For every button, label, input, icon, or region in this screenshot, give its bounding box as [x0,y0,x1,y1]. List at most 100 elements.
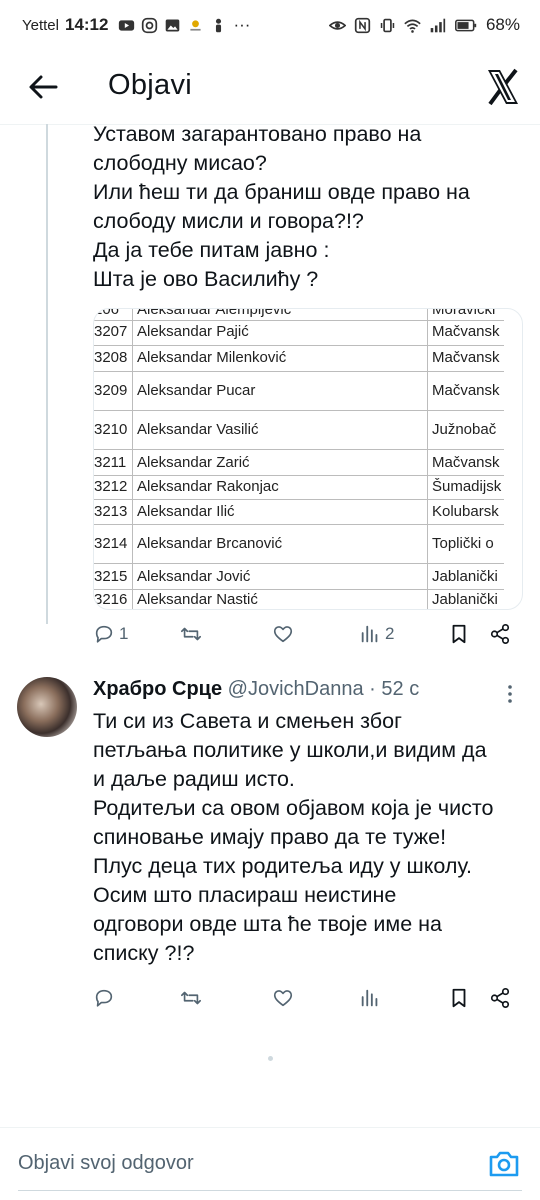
table-cell-district: Jablanički [432,568,498,585]
youtube-icon [119,19,135,31]
post-line: Да ја тебе питам јавно : [93,238,330,262]
table-row-divider [94,589,504,590]
table-cell-name: Aleksandar Jović [137,568,251,585]
post-line: Уставом загарантовано право на [93,122,422,146]
x-logo-icon [488,68,518,106]
more-notifications-icon: ··· [233,15,251,34]
more-options-icon[interactable] [498,682,522,706]
table-row-divider [94,320,504,321]
heart-icon [273,626,293,643]
reply-header: Храбро Срце @JovichDanna · 52 с [93,678,419,701]
bookmark-button[interactable] [448,987,470,1009]
post-text: Уставом загарантовано право на слободну … [93,120,523,294]
signal-icon [430,18,446,32]
reply-button[interactable] [93,987,115,1009]
camera-icon[interactable] [487,1147,521,1181]
table-cell-district: Moravički [432,308,496,318]
table-row-divider [94,524,504,525]
table-cell-district: Šumadijsk [432,478,502,495]
table-cell-name: Aleksandar Pajić [137,323,249,340]
table-row-divider [94,345,504,346]
like-button[interactable] [272,623,298,645]
composer-underline [18,1190,522,1191]
retweet-button[interactable] [180,987,202,1009]
reply-line: и даље радиш исто. [93,767,295,791]
reply-action-bar [93,987,523,1017]
table-cell-name: Aleksandar Vasilić [137,421,259,438]
table-cell-name: Aleksandar Rakonjac [137,478,279,495]
table-cell-name: Aleksandar Pucar [137,382,256,399]
table-cell-num: 206 [94,308,120,318]
table-cell-name: Aleksandar Nastić [137,591,258,608]
table-cell-num: 3210 [94,421,128,438]
wifi-icon [404,19,421,33]
retweet-icon [181,991,201,1005]
reply-icon [95,625,113,643]
table-cell-district: Jablanički [432,591,498,608]
back-arrow-icon[interactable] [26,70,60,104]
reply-count: 1 [119,624,129,643]
table-cell-num: 3216 [94,591,128,608]
table-row-divider [94,371,504,372]
status-bar: Yettel 14:12 ··· 68% [0,0,540,52]
table-cell-name: Aleksandar Zarić [137,454,250,471]
table-cell-district: Južnobač [432,421,497,438]
post-line: слободу мисли и говора?!? [93,209,364,233]
reply-author-handle[interactable]: @JovichDanna [228,678,364,700]
views-button[interactable]: 2 [359,623,394,645]
reply-button[interactable]: 1 [93,623,128,645]
reply-line: Родитељи са овом објавом која је чисто [93,796,494,820]
table-cell-num: 3212 [94,478,128,495]
table-cell-num: 3211 [94,454,127,471]
retweet-icon [181,627,201,641]
table-cell-num: 3208 [94,349,128,366]
composer-divider [0,1127,540,1128]
views-icon [361,989,378,1007]
table-cell-district: Mačvansk [432,323,500,340]
post-line: Шта је ово Василићу ? [93,267,319,291]
table-cell-num: 3213 [94,503,128,520]
views-icon [361,625,378,643]
person-icon [216,18,222,32]
table-cell-name: Aleksandar Alempijević [137,308,292,318]
reply-composer-input[interactable]: Objavi svoj odgovor [18,1152,194,1175]
post-image[interactable]: 206 Aleksandar Alempijević Moravički 320… [93,308,523,610]
reply-timestamp: · 52 с [369,678,420,700]
reply-line: Ти си из Савета и смењен због [93,709,402,733]
reply-author-name[interactable]: Храбро Срце [93,678,222,700]
table-cell-district: Mačvansk [432,382,500,399]
share-button[interactable] [489,623,511,645]
table-cell-name: Aleksandar Ilić [137,503,235,520]
views-button[interactable] [359,987,381,1009]
table-cell-district: Mačvansk [432,349,500,366]
table-cell-district: Mačvansk [432,454,500,471]
bookmark-icon [452,988,466,1008]
share-button[interactable] [489,987,511,1009]
like-button[interactable] [272,987,294,1009]
nfc-icon [354,17,371,33]
table-row-divider [94,563,504,564]
thread-line [46,124,48,624]
table-row-divider [94,499,504,500]
avatar[interactable] [17,677,77,737]
clock: 14:12 [64,15,109,34]
reply-line: петљања политике у школи,и видим да [93,738,487,762]
post-line: Или ћеш ти да браниш овде право на [93,180,470,204]
share-icon [490,624,510,644]
post-action-bar: 1 2 [93,623,523,653]
table-column-divider [132,309,133,609]
reply-line: спиновање имају право да те туже! [93,825,447,849]
table-cell-name: Aleksandar Brcanović [137,535,283,552]
share-icon [490,988,510,1008]
post-line: слободну мисао? [93,151,267,175]
image-table: 206 Aleksandar Alempijević Moravički 320… [94,309,504,609]
reply-line: Плус деца тих родитеља иду у школу. [93,854,473,878]
table-cell-num: 3209 [94,382,128,399]
table-row-divider [94,410,504,411]
bookmark-icon [452,624,466,644]
eye-icon [328,20,346,30]
retweet-button[interactable] [180,623,206,645]
table-cell-num: 3207 [94,323,128,340]
top-app-bar: Objavi [0,52,540,124]
bookmark-button[interactable] [448,623,470,645]
